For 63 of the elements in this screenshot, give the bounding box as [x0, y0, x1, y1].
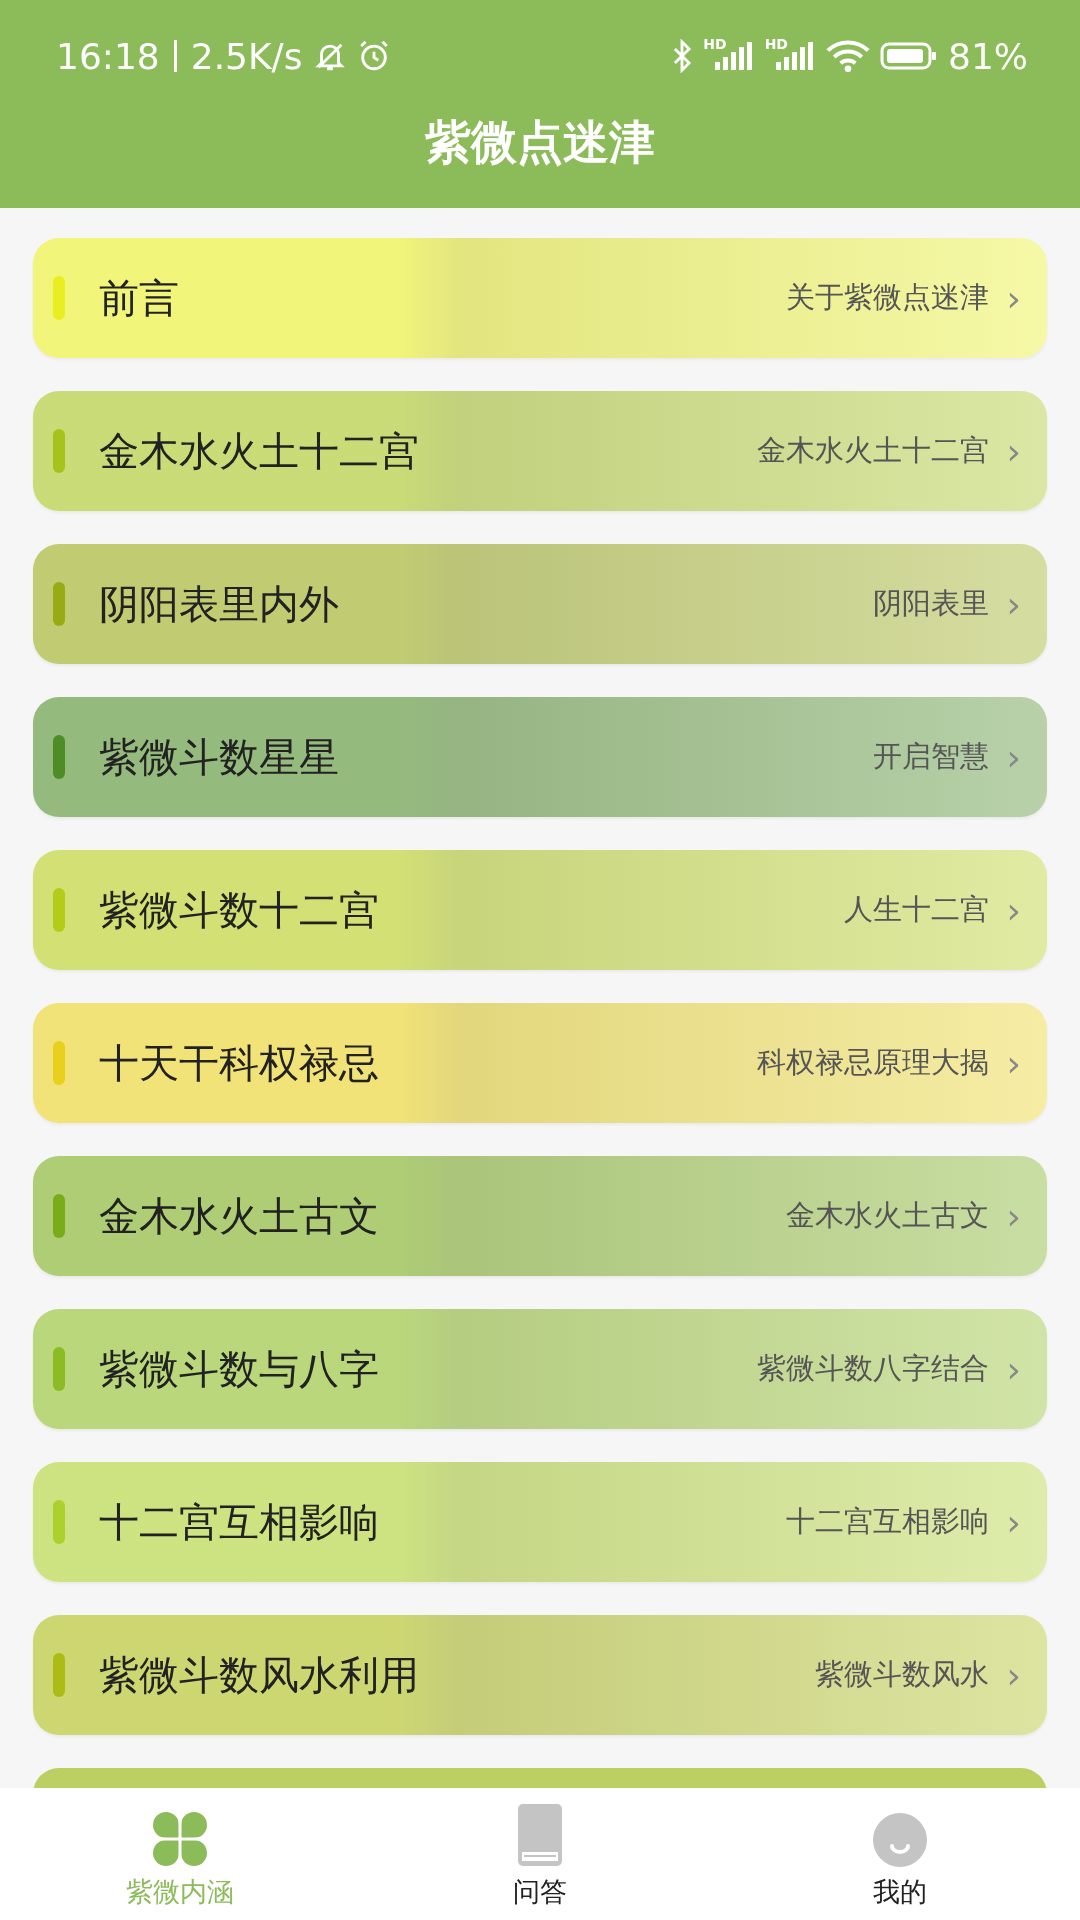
- accent-bar: [53, 1194, 65, 1238]
- card-title: 十二宫互相影响: [99, 1497, 380, 1547]
- accent-bar: [53, 735, 65, 779]
- list-card[interactable]: 金木水火土古文 金木水火土古文 ›: [33, 1156, 1047, 1276]
- clover-icon: [151, 1810, 209, 1868]
- list-card[interactable]: 十天干科权禄忌 科权禄忌原理大揭 ›: [33, 1003, 1047, 1123]
- card-title: 十天干科权禄忌: [99, 1038, 380, 1088]
- page-title: 紫微点迷津: [425, 114, 655, 171]
- accent-bar: [53, 429, 65, 473]
- accent-bar: [53, 888, 65, 932]
- list-card[interactable]: 紫微斗数风水利用 紫微斗数风水 ›: [33, 1615, 1047, 1735]
- card-title: 紫微斗数十二宫: [99, 885, 380, 935]
- accent-bar: [53, 1653, 65, 1697]
- list-card[interactable]: 十二宫互相影响 十二宫互相影响 ›: [33, 1462, 1047, 1582]
- smiley-face-icon: [872, 1812, 928, 1868]
- hd-label: HD: [764, 36, 788, 52]
- card-subtitle: 人生十二宫: [843, 891, 989, 928]
- card-title: 金木水火土古文: [99, 1191, 380, 1241]
- card-subtitle: 金木水火土十二宫: [756, 432, 989, 469]
- list-card[interactable]: 金木水火土十二宫 金木水火土十二宫 ›: [33, 391, 1047, 511]
- battery-icon: [880, 41, 938, 71]
- nav-tab[interactable]: 问答: [360, 1788, 720, 1920]
- chevron-icon: ›: [1006, 430, 1021, 472]
- hd-label: HD: [703, 36, 727, 52]
- accent-bar: [53, 1500, 65, 1544]
- chevron-icon: ›: [1006, 736, 1021, 778]
- card-subtitle: 紫微斗数八字结合: [756, 1350, 989, 1387]
- list-card[interactable]: 紫微斗数星星 开启智慧 ›: [33, 697, 1047, 817]
- wifi-icon: [826, 39, 870, 73]
- accent-bar: [53, 1347, 65, 1391]
- chevron-icon: ›: [1006, 1195, 1021, 1237]
- card-subtitle: 金木水火土古文: [785, 1197, 989, 1234]
- chevron-icon: ›: [1006, 889, 1021, 931]
- card-subtitle: 十二宫互相影响: [785, 1503, 989, 1540]
- list-card[interactable]: 阴阳表里内外 阴阳表里 ›: [33, 544, 1047, 664]
- accent-bar: [53, 276, 65, 320]
- card-title: 紫微斗数星星: [99, 732, 340, 782]
- chevron-icon: ›: [1006, 277, 1021, 319]
- chevron-icon: ›: [1006, 1042, 1021, 1084]
- list-card[interactable]: 前言 关于紫微点迷津 ›: [33, 238, 1047, 358]
- card-title: 阴阳表里内外: [99, 579, 340, 629]
- nav-tab[interactable]: 我的: [720, 1788, 1080, 1920]
- card-subtitle: 紫微斗数风水: [814, 1656, 989, 1693]
- card-subtitle: 开启智慧: [872, 738, 989, 775]
- chevron-icon: ›: [1006, 583, 1021, 625]
- card-title: 紫微斗数与八字: [99, 1344, 380, 1394]
- card-title: 金木水火土十二宫: [99, 426, 420, 476]
- network-speed: 2.5K/s: [190, 35, 303, 77]
- list-card[interactable]: 紫微斗数十二宫 人生十二宫 ›: [33, 850, 1047, 970]
- clock-time: 16:18: [56, 35, 160, 77]
- chevron-icon: ›: [1006, 1501, 1021, 1543]
- chevron-icon: ›: [1006, 1654, 1021, 1696]
- accent-bar: [53, 1041, 65, 1085]
- card-subtitle: 科权禄忌原理大揭: [756, 1044, 989, 1081]
- bluetooth-icon: [671, 39, 694, 73]
- card-subtitle: 关于紫微点迷津: [785, 279, 989, 316]
- accent-bar: [53, 582, 65, 626]
- card-subtitle: 阴阳表里: [872, 585, 989, 622]
- battery-percent: 81%: [948, 35, 1028, 77]
- card-title: 前言: [99, 273, 180, 323]
- card-title: 紫微斗数风水利用: [99, 1650, 420, 1700]
- list-card[interactable]: 紫微斗数与八字 紫微斗数八字结合 ›: [33, 1309, 1047, 1429]
- chevron-icon: ›: [1006, 1348, 1021, 1390]
